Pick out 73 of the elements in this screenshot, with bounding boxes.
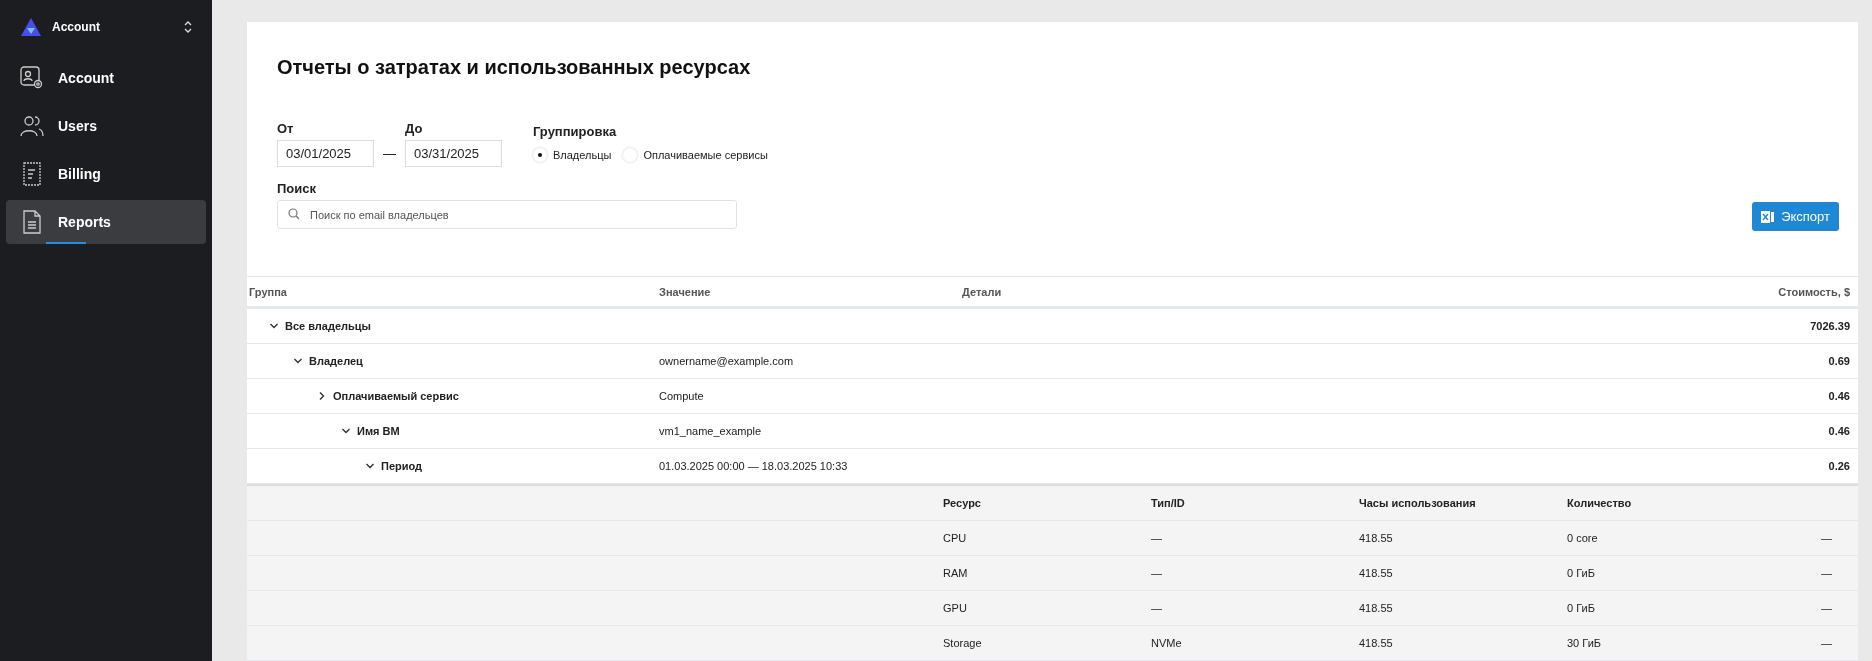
table-cell-text: 418.55 (1359, 602, 1394, 614)
from-date-field[interactable]: 03/01/2025 (277, 140, 374, 167)
table-cell-text: GPU (943, 602, 968, 614)
nav-item[interactable]: Users (6, 104, 206, 148)
table-cell: — (1821, 567, 1832, 579)
column-header: Тип/ID (1151, 497, 1186, 509)
cost-value: 0.46 (1828, 390, 1850, 402)
table-cell-text: 0 core (1567, 532, 1599, 544)
column-header: Группа (248, 285, 288, 298)
chevron-down-icon[interactable] (341, 426, 351, 436)
spreadsheet-icon (1761, 209, 1776, 224)
table-cell-text: Storage (943, 637, 983, 649)
table-cell-text: NVMe (1151, 637, 1183, 649)
column-header: Часы использования (1359, 497, 1477, 509)
chevron-down-icon[interactable] (293, 356, 303, 366)
table-cell-text: 418.55 (1359, 532, 1394, 544)
column-header: Стоимость, $ (1777, 285, 1851, 298)
cost-value: 7026.39 (1810, 320, 1850, 332)
group-name: Оплачиваемый сервис (333, 390, 459, 402)
chevron-down-icon[interactable] (269, 321, 279, 331)
column-header: Ресурс (943, 497, 982, 509)
document-icon (20, 210, 44, 234)
table-cell-text: 418.55 (1359, 637, 1394, 649)
table-cell-text: — (1151, 532, 1163, 544)
range-separator: — (383, 146, 396, 163)
table-cell-text: RAM (943, 567, 969, 579)
radio-label[interactable]: Оплачиваемые сервисы (643, 149, 768, 161)
table-cell: — (1821, 532, 1832, 544)
account-switcher-label[interactable]: Account (52, 20, 174, 34)
chevron-up-down-icon[interactable] (184, 21, 192, 33)
search-field[interactable]: Поиск по email владельцев (277, 200, 737, 229)
table-cell-text: 0 ГиБ (1567, 567, 1596, 579)
chevron-down-icon[interactable] (365, 461, 375, 471)
column-header: Значение (659, 285, 712, 298)
receipt-icon (20, 162, 44, 186)
from-label: От (277, 121, 295, 136)
chevron-right-icon[interactable] (317, 391, 327, 401)
search-label: Поиск (277, 181, 317, 196)
group-name: Период (381, 460, 423, 472)
users-icon (20, 115, 44, 137)
table-cell-text: 30 ГиБ (1567, 637, 1602, 649)
nav-item[interactable]: Reports (6, 200, 206, 244)
group-name: Имя ВМ (357, 425, 400, 437)
column-header: Детали (962, 285, 1003, 298)
table-cell: — (1821, 602, 1832, 614)
table-cell: ownername@example.com (659, 355, 794, 367)
cost-value: 0.46 (1828, 425, 1850, 437)
nav-item[interactable]: Billing (6, 152, 206, 196)
table-cell: vm1_name_example (659, 425, 762, 437)
radio-button[interactable] (533, 148, 547, 162)
table-cell-text: 0 ГиБ (1567, 602, 1596, 614)
table-cell-text: — (1151, 602, 1163, 614)
table-cell: Compute (659, 390, 704, 402)
table-cell-text: 418.55 (1359, 567, 1394, 579)
radio-label[interactable]: Владельцы (553, 149, 612, 161)
table-cell: 01.03.2025 00:00 — 18.03.2025 10:33 (659, 460, 848, 472)
to-date-field[interactable]: 03/31/2025 (405, 140, 502, 167)
users-gear-icon (20, 66, 44, 90)
grouping-label: Группировка (533, 124, 618, 139)
cost-value: 0.26 (1828, 460, 1850, 472)
table-cell-text: CPU (943, 532, 968, 544)
column-header: Количество (1567, 497, 1633, 509)
to-label: До (405, 121, 424, 136)
export-button[interactable]: Экспорт (1752, 202, 1839, 231)
table-cell-text: — (1151, 567, 1163, 579)
group-name: Владелец (309, 355, 363, 367)
page-title: Отчеты о затратах и использованных ресурсах (277, 56, 752, 79)
table-cell: — (1821, 637, 1832, 649)
cost-value: 0.69 (1828, 355, 1850, 367)
nav-item[interactable]: Account (6, 56, 206, 100)
group-name: Все владельцы (285, 320, 371, 332)
triangle-logo-icon (20, 17, 42, 37)
search-icon (288, 208, 300, 220)
